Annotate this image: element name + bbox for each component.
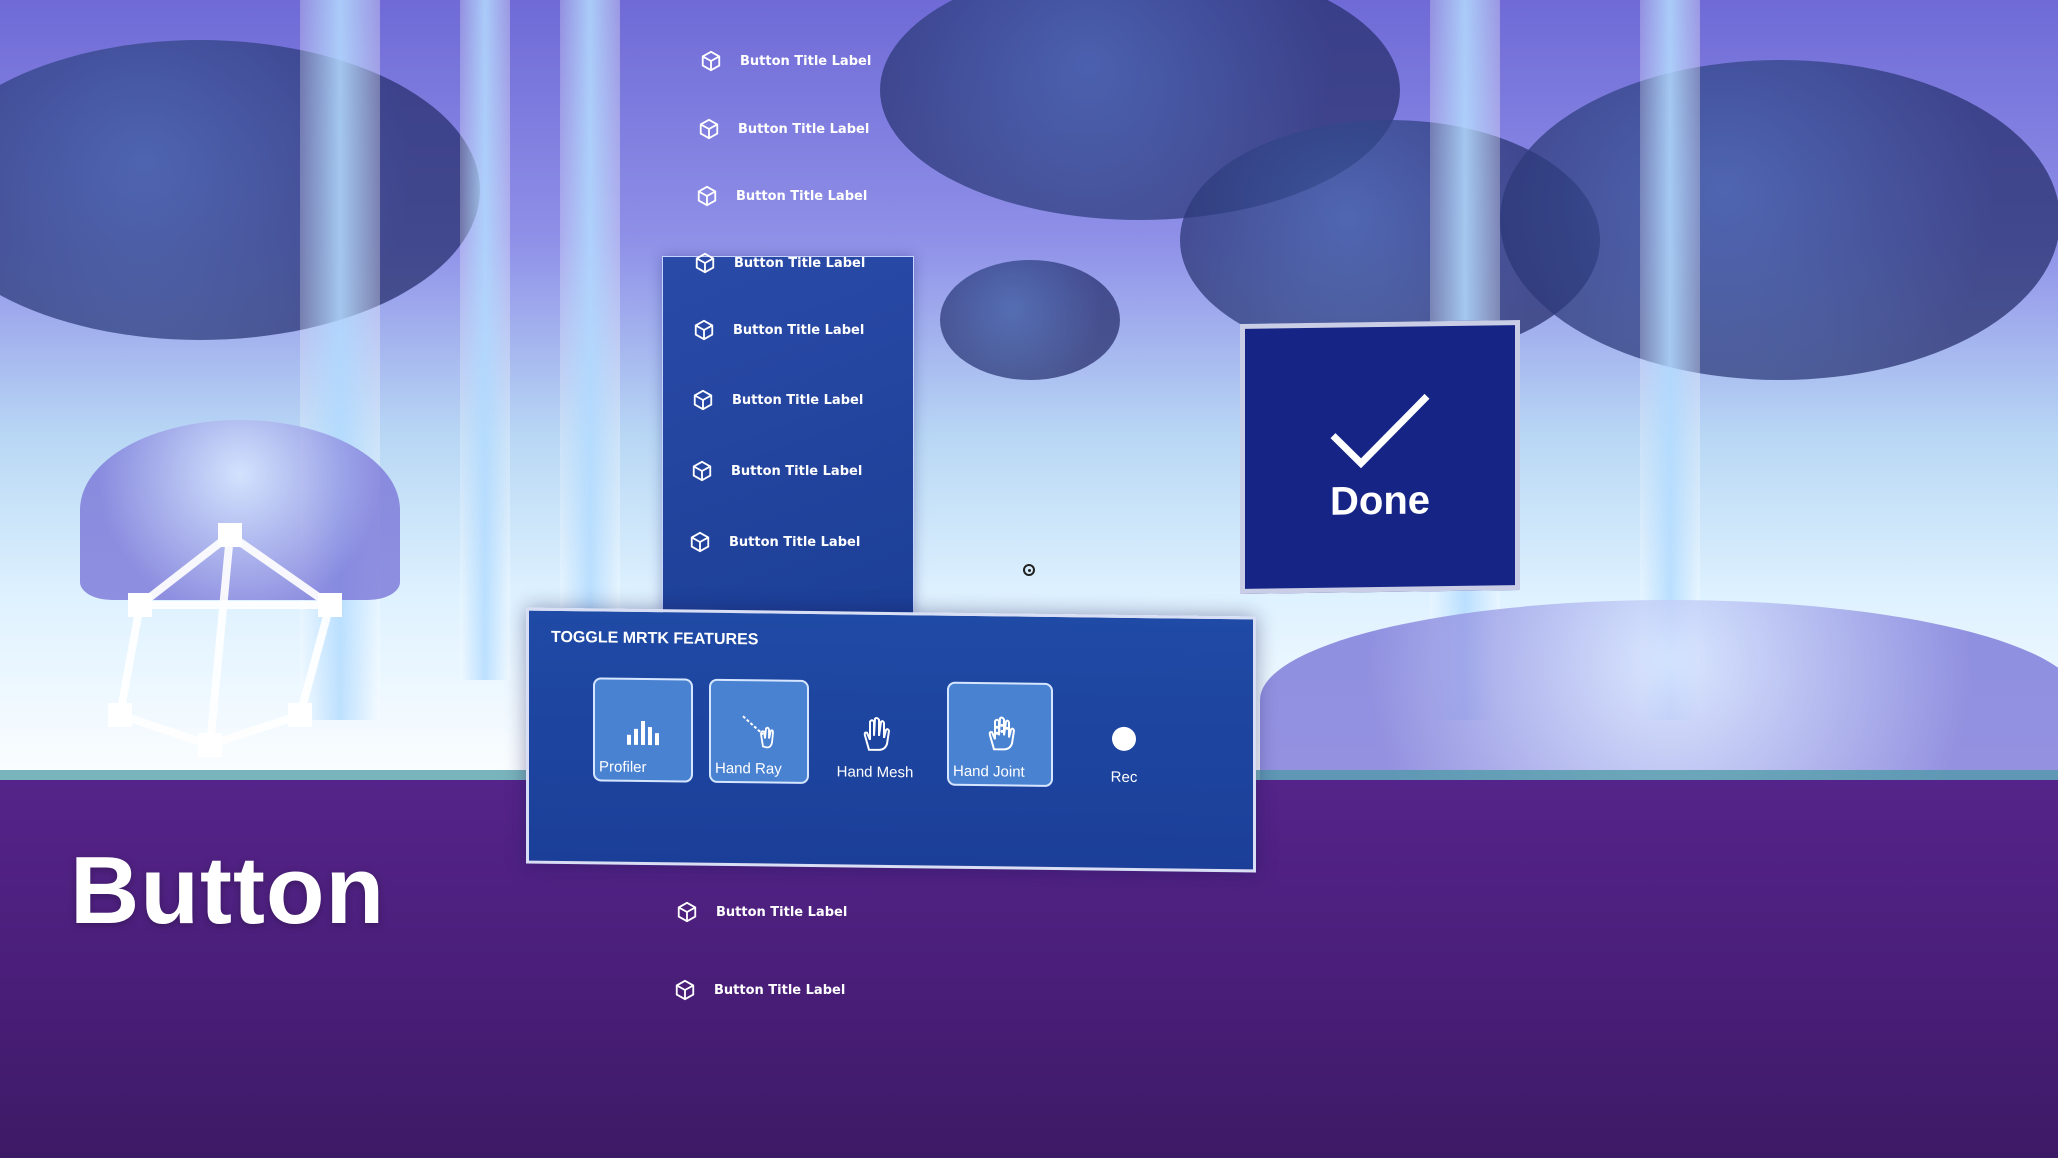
list-item-label: Button Title Label <box>716 904 848 920</box>
hand-joint-toggle-button[interactable]: Hand Joint <box>947 681 1053 787</box>
list-item[interactable]: Button Title Label <box>700 50 871 72</box>
hand-joint-icon <box>988 716 1016 751</box>
profiler-icon <box>627 720 659 746</box>
done-label: Done <box>1330 477 1430 524</box>
list-item-label: Button Title Label <box>740 53 872 69</box>
hand-mesh-toggle-button[interactable]: Hand Mesh <box>825 680 925 785</box>
list-item-label: Button Title Label <box>738 121 870 137</box>
record-label: Rec <box>1110 768 1138 787</box>
list-item-label: Button Title Label <box>732 392 864 408</box>
toggle-features-panel: TOGGLE MRTK FEATURES Profiler Hand Ray H… <box>526 607 1256 873</box>
list-item-label: Button Title Label <box>729 534 861 550</box>
cube-icon <box>694 319 714 341</box>
hand-ray-icon <box>742 715 774 749</box>
list-item[interactable]: Button Title Label <box>689 531 860 553</box>
list-item[interactable]: Button Title Label <box>698 118 869 140</box>
profiler-label: Profiler <box>599 758 647 777</box>
checkmark-icon <box>1330 393 1430 468</box>
record-icon <box>1112 726 1136 751</box>
list-item[interactable]: Button Title Label <box>691 460 862 482</box>
cube-icon <box>693 389 713 411</box>
hand-ray-toggle-button[interactable]: Hand Ray <box>709 678 809 784</box>
list-item[interactable]: Button Title Label <box>693 319 864 341</box>
cube-icon <box>677 901 697 923</box>
list-item-label: Button Title Label <box>736 188 868 204</box>
cube-icon <box>692 460 712 482</box>
panel-title: TOGGLE MRTK FEATURES <box>551 628 759 649</box>
done-button[interactable]: Done <box>1240 320 1520 594</box>
list-item[interactable]: Button Title Label <box>692 389 863 411</box>
list-item[interactable]: Button Title Label <box>696 185 867 207</box>
cube-icon <box>701 50 721 72</box>
profiler-toggle-button[interactable]: Profiler <box>593 677 693 783</box>
cube-icon <box>699 118 719 140</box>
cube-icon <box>695 252 715 274</box>
light-pillar <box>560 0 620 700</box>
record-toggle-button[interactable]: Rec <box>1079 685 1169 790</box>
cube-icon <box>675 979 695 1001</box>
light-pillar <box>460 0 510 680</box>
list-item-label: Button Title Label <box>734 255 866 271</box>
cube-icon <box>690 531 710 553</box>
list-item-label: Button Title Label <box>731 463 863 479</box>
hand-mesh-label: Hand Mesh <box>836 763 914 782</box>
list-item[interactable]: Button Title Label <box>676 901 847 923</box>
hand-ray-label: Hand Ray <box>715 759 782 778</box>
list-item-label: Button Title Label <box>733 322 865 338</box>
tree-canopy <box>940 260 1120 380</box>
list-item[interactable]: Button Title Label <box>674 979 845 1001</box>
bounding-box-icon <box>108 523 342 757</box>
cube-icon <box>697 185 717 207</box>
scene-title: Button <box>70 837 386 944</box>
list-item-label: Button Title Label <box>714 982 846 998</box>
hand-joint-label: Hand Joint <box>953 762 1025 781</box>
tree-canopy <box>1500 60 2058 380</box>
list-item[interactable]: Button Title Label <box>694 252 865 274</box>
gaze-cursor <box>1023 564 1035 576</box>
hand-icon <box>863 717 891 751</box>
